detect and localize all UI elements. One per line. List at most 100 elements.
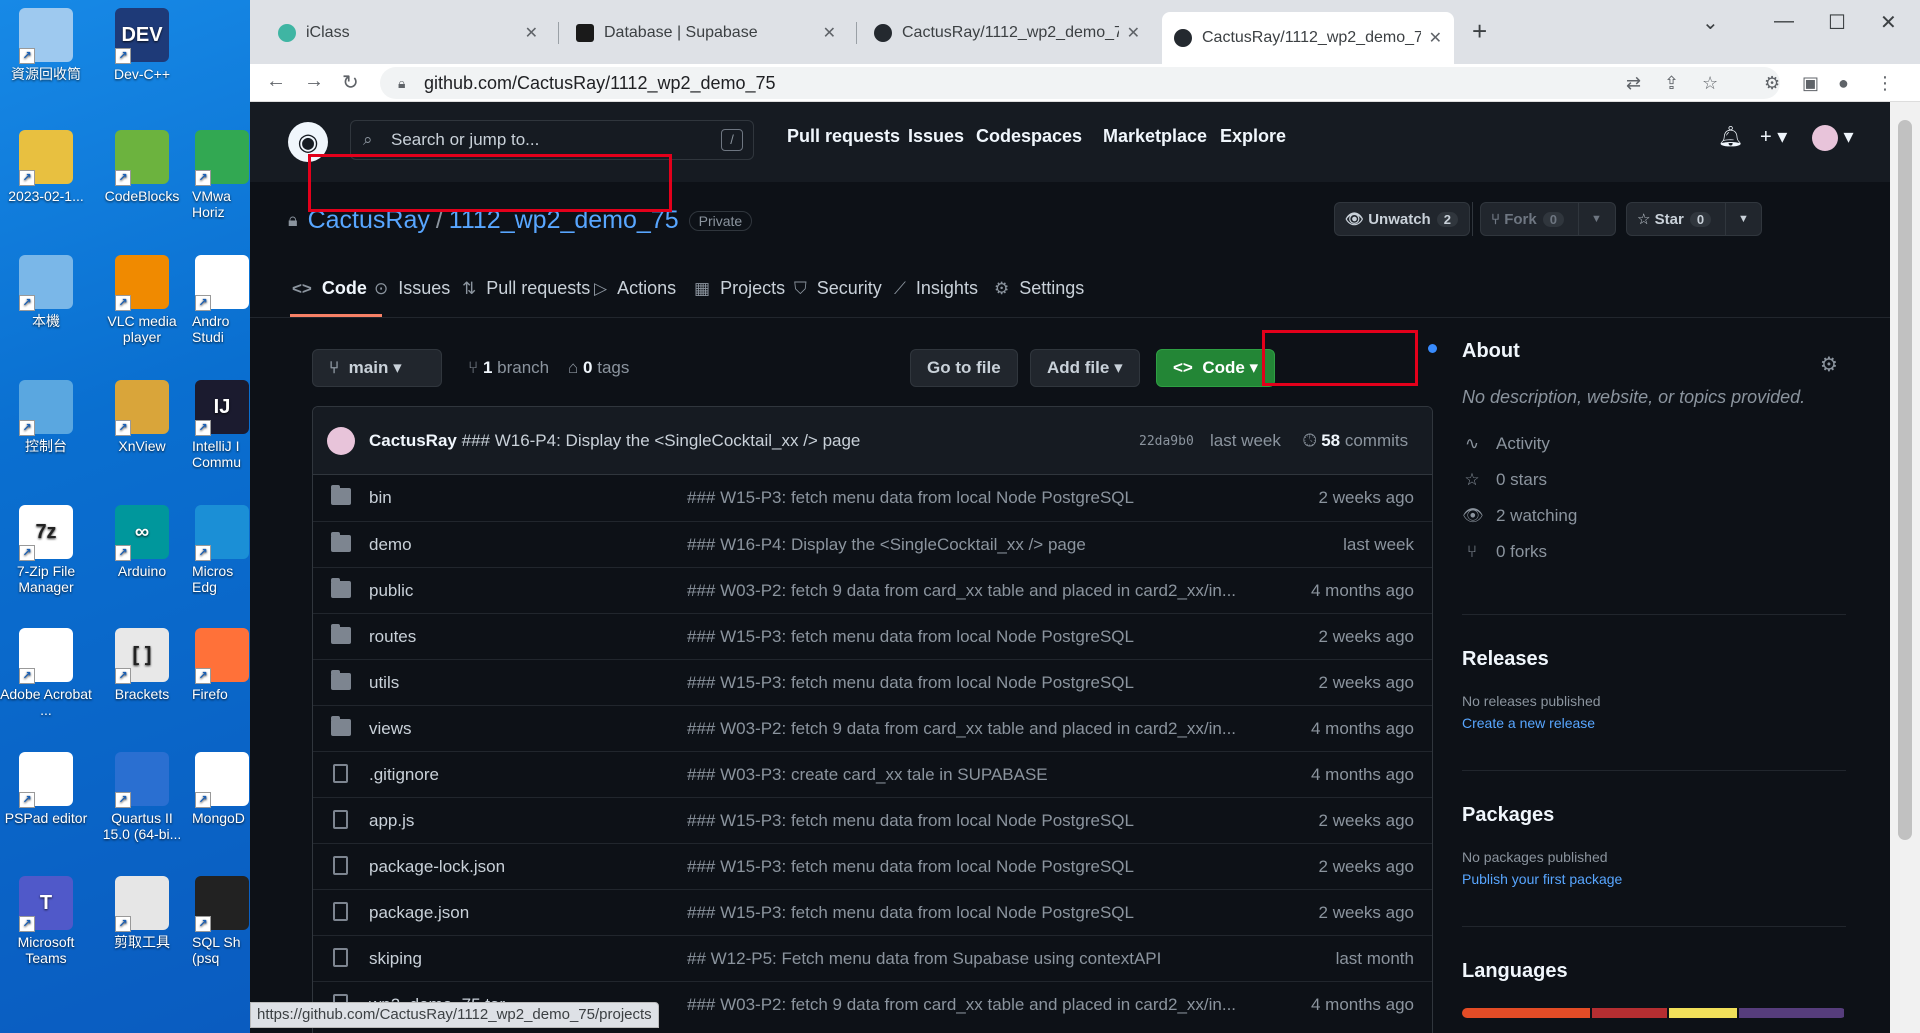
file-name-link[interactable]: demo [369, 535, 412, 555]
browser-tab-github-1[interactable]: CactusRay/1112_wp2_demo_75 ✕ [862, 14, 1152, 52]
nav-pull-requests[interactable]: Pull requests [787, 126, 900, 147]
desktop-icon[interactable]: DEV Dev-C++ [96, 8, 188, 82]
language-segment[interactable] [1462, 1008, 1590, 1018]
side-panel-icon[interactable]: ▣ [1802, 73, 1819, 94]
user-avatar-menu[interactable]: ▾ [1812, 124, 1854, 151]
desktop-icon[interactable]: SQL Sh (psq [192, 876, 252, 966]
browser-tab-iclass[interactable]: iClass ✕ [266, 14, 550, 52]
new-tab-button[interactable]: + [1472, 16, 1487, 47]
file-name-link[interactable]: utils [369, 673, 399, 693]
extensions-icon[interactable]: ⚙ [1764, 73, 1780, 94]
minimize-button[interactable]: — [1774, 10, 1794, 33]
file-name-link[interactable]: skiping [369, 949, 422, 969]
file-row[interactable]: package.json ### W15-P3: fetch menu data … [313, 889, 1432, 935]
tab-insights[interactable]: ⟋ Insights [894, 278, 978, 299]
file-row[interactable]: public ### W03-P2: fetch 9 data from card… [313, 567, 1432, 613]
reload-button[interactable]: ↻ [342, 70, 359, 95]
file-commit-message-link[interactable]: ### W16-P4: Display the <SingleCocktail_… [687, 535, 1247, 555]
profile-icon[interactable]: ● [1838, 73, 1849, 94]
language-segment[interactable] [1669, 1008, 1737, 1018]
desktop-icon[interactable]: Micros Edg [192, 505, 252, 595]
tags-link[interactable]: ⌂ 0 tags [568, 358, 629, 378]
tab-security[interactable]: ⛉ Security [794, 278, 882, 299]
desktop-icon[interactable]: 剪取工具 [96, 876, 188, 950]
desktop-icon[interactable]: PSPad editor [0, 752, 92, 826]
stars-link[interactable]: ☆ 0 stars [1462, 470, 1846, 490]
notifications-bell-icon[interactable]: 🔔︎ [1718, 124, 1743, 149]
watchers-link[interactable]: 👁︎ 2 watching [1462, 506, 1846, 526]
bookmark-star-icon[interactable]: ☆ [1702, 73, 1718, 94]
add-file-button[interactable]: Add file ▾ [1030, 349, 1140, 387]
activity-link[interactable]: ∿ Activity [1462, 434, 1846, 454]
browser-tab-github-active[interactable]: CactusRay/1112_wp2_demo_75 ✕ [1162, 12, 1454, 64]
file-row[interactable]: views ### W03-P2: fetch 9 data from card_… [313, 705, 1432, 751]
nav-marketplace[interactable]: Marketplace [1103, 126, 1207, 147]
desktop-icon[interactable]: ∞ Arduino [96, 505, 188, 579]
go-to-file-button[interactable]: Go to file [910, 349, 1018, 387]
close-tab-icon[interactable]: ✕ [525, 23, 538, 43]
desktop-icon[interactable]: [ ] Brackets [96, 628, 188, 702]
branches-link[interactable]: ⑂ 1 branch [468, 358, 549, 378]
unwatch-button[interactable]: 👁︎ Unwatch 2 ▼ [1334, 202, 1496, 236]
browser-tab-supabase[interactable]: Database | Supabase ✕ [564, 14, 848, 52]
desktop-icon[interactable]: CodeBlocks [96, 130, 188, 204]
desktop-icon[interactable]: 資源回收筒 [0, 8, 92, 82]
nav-codespaces[interactable]: Codespaces [976, 126, 1082, 147]
file-row[interactable]: bin ### W15-P3: fetch menu data from loca… [313, 475, 1432, 521]
desktop-icon[interactable]: XnView [96, 380, 188, 454]
file-commit-message-link[interactable]: ### W03-P2: fetch 9 data from card_xx ta… [687, 719, 1247, 739]
desktop-icon[interactable]: MongoD [192, 752, 252, 826]
caret-down-icon[interactable]: ▼ [1725, 202, 1749, 236]
packages-heading[interactable]: Packages [1462, 804, 1846, 827]
file-commit-message-link[interactable]: ### W15-P3: fetch menu data from local N… [687, 857, 1247, 877]
desktop-icon[interactable]: 本機 [0, 255, 92, 329]
url-field[interactable]: 🔒︎ github.com/CactusRay/1112_wp2_demo_75 [380, 67, 1780, 99]
publish-package-link[interactable]: Publish your first package [1462, 871, 1846, 887]
file-name-link[interactable]: bin [369, 488, 392, 508]
tab-projects[interactable]: ▦ Projects [694, 278, 785, 299]
translate-icon[interactable]: ⇄ [1626, 73, 1641, 94]
file-row[interactable]: demo ### W16-P4: Display the <SingleCockt… [313, 521, 1432, 567]
language-segment[interactable] [1591, 1008, 1668, 1018]
share-icon[interactable]: ⇪ [1664, 73, 1679, 94]
author-avatar[interactable] [327, 427, 355, 455]
tab-code[interactable]: <> Code [292, 278, 367, 299]
close-tab-icon[interactable]: ✕ [1127, 23, 1140, 43]
desktop-icon[interactable]: IJIntelliJ I Commu [192, 380, 252, 470]
code-download-button[interactable]: <> Code ▾ [1156, 349, 1276, 387]
releases-heading[interactable]: Releases [1462, 648, 1846, 671]
desktop-icon[interactable]: Adobe Acrobat ... [0, 628, 92, 718]
file-commit-message-link[interactable]: ### W15-P3: fetch menu data from local N… [687, 903, 1247, 923]
desktop-icon[interactable]: VLC media player [96, 255, 188, 345]
file-name-link[interactable]: routes [369, 627, 416, 647]
desktop-icon[interactable]: Firefo [192, 628, 252, 702]
forward-button[interactable]: → [304, 70, 324, 93]
latest-commit-message[interactable]: CactusRay ### W16-P4: Display the <Singl… [369, 431, 860, 451]
tab-settings[interactable]: ⚙ Settings [994, 278, 1084, 299]
file-row[interactable]: utils ### W15-P3: fetch menu data from lo… [313, 659, 1432, 705]
star-button[interactable]: ☆ Star 0 ▼ [1626, 202, 1762, 236]
forks-link[interactable]: ⑂ 0 forks [1462, 542, 1846, 562]
file-row[interactable]: app.js ### W15-P3: fetch menu data from l… [313, 797, 1432, 843]
file-row[interactable]: skiping ## W12-P5: Fetch menu data from S… [313, 935, 1432, 981]
page-scrollbar[interactable] [1890, 102, 1920, 1033]
commit-author[interactable]: CactusRay [369, 431, 457, 450]
commit-sha-link[interactable]: 22da9b0 [1139, 434, 1194, 449]
nav-issues[interactable]: Issues [908, 126, 964, 147]
file-name-link[interactable]: package-lock.json [369, 857, 505, 877]
desktop-icon[interactable]: TMicrosoft Teams [0, 876, 92, 966]
branch-select-button[interactable]: ⑂ main ▾ [312, 349, 442, 387]
file-row[interactable]: package-lock.json ### W15-P3: fetch menu … [313, 843, 1432, 889]
file-commit-message-link[interactable]: ### W03-P3: create card_xx tale in SUPAB… [687, 765, 1247, 785]
file-commit-message-link[interactable]: ### W03-P2: fetch 9 data from card_xx ta… [687, 581, 1247, 601]
desktop-icon[interactable]: 控制台 [0, 380, 92, 454]
desktop-icon[interactable]: 7z7-Zip File Manager [0, 505, 92, 595]
file-name-link[interactable]: .gitignore [369, 765, 439, 785]
create-new-plus-icon[interactable]: + ▾ [1760, 124, 1787, 149]
file-commit-message-link[interactable]: ### W03-P2: fetch 9 data from card_xx ta… [687, 995, 1247, 1015]
file-name-link[interactable]: package.json [369, 903, 469, 923]
file-commit-message-link[interactable]: ### W15-P3: fetch menu data from local N… [687, 488, 1247, 508]
close-tab-icon[interactable]: ✕ [1429, 28, 1442, 48]
create-release-link[interactable]: Create a new release [1462, 715, 1846, 731]
fork-button[interactable]: ⑂ Fork 0 ▼ [1480, 202, 1616, 236]
